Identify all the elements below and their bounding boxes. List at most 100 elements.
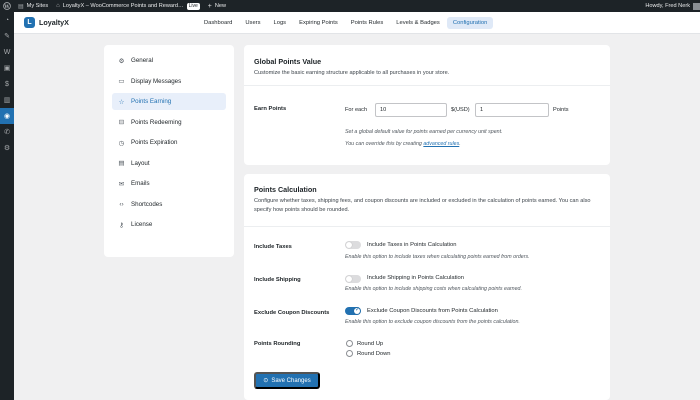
tab-configuration[interactable]: Configuration <box>446 17 494 29</box>
nav-item-general[interactable]: ⚙ General <box>112 52 226 69</box>
pin-icon[interactable]: ✎ <box>0 28 14 44</box>
section-title: Points Calculation <box>254 185 317 194</box>
round-down-label: Round Down <box>357 350 391 357</box>
override-help-text: You can override this by creating advanc… <box>345 141 461 147</box>
settings-icon[interactable]: ⚙ <box>0 140 14 156</box>
settings-nav: ⚙ General ▭ Display Messages ☆ Points Ea… <box>104 45 234 257</box>
tab-logs[interactable]: Logs <box>268 17 293 29</box>
products-icon[interactable]: ▣ <box>0 60 14 76</box>
global-points-card: Global Points Value Customize the basic … <box>244 45 610 165</box>
override-help-prefix: You can override this by creating <box>345 141 422 147</box>
account-menu[interactable]: Howdy, Fred Nerk <box>641 0 700 12</box>
loyaltyx-logo-icon: L <box>24 17 35 28</box>
advanced-rules-link[interactable]: advanced rules <box>423 141 459 147</box>
include-shipping-label: Include Shipping <box>254 277 301 283</box>
amount-input[interactable] <box>375 103 447 117</box>
star-icon: ☆ <box>118 98 125 106</box>
sites-icon: ▤ <box>18 3 24 10</box>
message-icon: ▭ <box>118 78 125 85</box>
exclude-coupon-help: Enable this option to exclude coupon dis… <box>345 319 520 325</box>
include-shipping-help: Enable this option to include shipping c… <box>345 286 522 292</box>
key-icon: ⚷ <box>119 221 124 229</box>
tab-points-rules[interactable]: Points Rules <box>345 17 390 29</box>
exclude-coupon-toggle-label: Exclude Coupon Discounts from Points Cal… <box>367 308 498 314</box>
site-name-menu[interactable]: ⌂ LoyaltyX – WooCommerce Points and Rewa… <box>52 0 204 12</box>
earn-points-label: Earn Points <box>254 106 287 112</box>
plugin-name: LoyaltyX <box>39 18 69 27</box>
points-rounding-label: Points Rounding <box>254 341 301 347</box>
nav-item-label: Shortcodes <box>131 200 163 208</box>
avatar <box>693 2 700 10</box>
nav-item-label: Points Earning <box>131 98 172 105</box>
loyaltyx-icon[interactable]: ◉ <box>0 108 14 124</box>
gear-icon: ⚙ <box>118 57 125 65</box>
my-sites-menu[interactable]: ▤ My Sites <box>14 0 52 12</box>
include-shipping-toggle[interactable] <box>345 275 361 283</box>
howdy-label: Howdy, Fred Nerk <box>645 3 690 9</box>
tab-expiring-points[interactable]: Expiring Points <box>293 17 344 29</box>
nav-item-license[interactable]: ⚷ License <box>112 216 226 233</box>
section-description: Configure whether taxes, shipping fees, … <box>254 198 591 213</box>
section-title: Global Points Value <box>254 57 322 66</box>
plugin-tabs: Dashboard Users Logs Expiring Points Poi… <box>198 17 494 29</box>
round-up-radio[interactable] <box>346 340 353 347</box>
for-each-label: For each <box>345 107 368 113</box>
round-up-option[interactable]: Round Up <box>346 340 383 347</box>
clock-icon: ◷ <box>118 139 125 147</box>
code-icon: ‹› <box>119 200 124 208</box>
home-icon: ⌂ <box>56 3 60 9</box>
live-badge: Live <box>186 2 200 10</box>
dashboard-icon[interactable]: ◔ <box>0 12 14 28</box>
currency-label: $(USD) <box>451 107 470 113</box>
toggle-knob <box>346 276 352 282</box>
nav-item-label: General <box>131 57 154 64</box>
nav-item-label: Points Expiration <box>131 139 178 146</box>
plus-icon: + <box>207 2 212 10</box>
new-content-menu[interactable]: + New <box>204 0 230 12</box>
nav-item-points-expiration[interactable]: ◷ Points Expiration <box>112 134 226 151</box>
points-label: Points <box>553 107 569 113</box>
include-taxes-label: Include Taxes <box>254 244 292 250</box>
round-down-radio[interactable] <box>346 350 353 357</box>
save-icon: ⊙ <box>263 378 269 384</box>
admin-sidebar: ◔ ✎ W ▣ $ ▥ ◉ ✆ ⚙ <box>0 12 14 400</box>
payments-icon[interactable]: $ <box>0 76 14 92</box>
tab-dashboard[interactable]: Dashboard <box>198 17 238 29</box>
include-taxes-help: Enable this option to include taxes when… <box>345 254 530 260</box>
check-icon: ✓ <box>355 307 361 313</box>
email-icon: ✉ <box>118 180 125 188</box>
section-description: Customize the basic earning structure ap… <box>254 70 450 76</box>
toggle-knob <box>346 242 352 248</box>
nav-item-display-messages[interactable]: ▭ Display Messages <box>112 73 226 90</box>
include-taxes-toggle-label: Include Taxes in Points Calculation <box>367 242 457 248</box>
exclude-coupon-label: Exclude Coupon Discounts <box>254 310 330 316</box>
save-changes-label: Save Changes <box>271 377 311 384</box>
nav-item-label: Emails <box>131 180 150 187</box>
nav-item-points-earning[interactable]: ☆ Points Earning <box>112 93 226 110</box>
divider <box>244 226 610 227</box>
nav-item-layout[interactable]: ▤ Layout <box>112 155 226 172</box>
nav-item-label: Layout <box>131 159 150 167</box>
tab-users[interactable]: Users <box>239 17 266 29</box>
wordpress-logo-icon[interactable]: W <box>0 0 14 12</box>
include-shipping-toggle-label: Include Shipping in Points Calculation <box>367 275 464 281</box>
help-text: Set a global default value for points ea… <box>345 129 503 135</box>
nav-item-emails[interactable]: ✉ Emails <box>112 175 226 192</box>
plugin-header: L LoyaltyX Dashboard Users Logs Expiring… <box>14 12 700 34</box>
woocommerce-icon[interactable]: W <box>0 44 14 60</box>
nav-item-points-redeeming[interactable]: ⊟ Points Redeeming <box>112 114 226 131</box>
override-help-suffix: . <box>459 141 461 147</box>
nav-item-label: Points Redeeming <box>131 118 182 126</box>
points-calculation-card: Points Calculation Configure whether tax… <box>244 174 610 400</box>
analytics-icon[interactable]: ▥ <box>0 92 14 108</box>
new-label: New <box>214 3 227 9</box>
my-sites-label: My Sites <box>26 3 49 9</box>
tab-levels-badges[interactable]: Levels & Badges <box>390 17 446 29</box>
nav-item-shortcodes[interactable]: ‹› Shortcodes <box>112 196 226 213</box>
round-down-option[interactable]: Round Down <box>346 350 391 357</box>
marketing-icon[interactable]: ✆ <box>0 124 14 140</box>
points-input[interactable] <box>475 103 549 117</box>
save-changes-button[interactable]: ⊙ Save Changes <box>254 372 320 389</box>
include-taxes-toggle[interactable] <box>345 241 361 249</box>
divider <box>244 85 610 86</box>
